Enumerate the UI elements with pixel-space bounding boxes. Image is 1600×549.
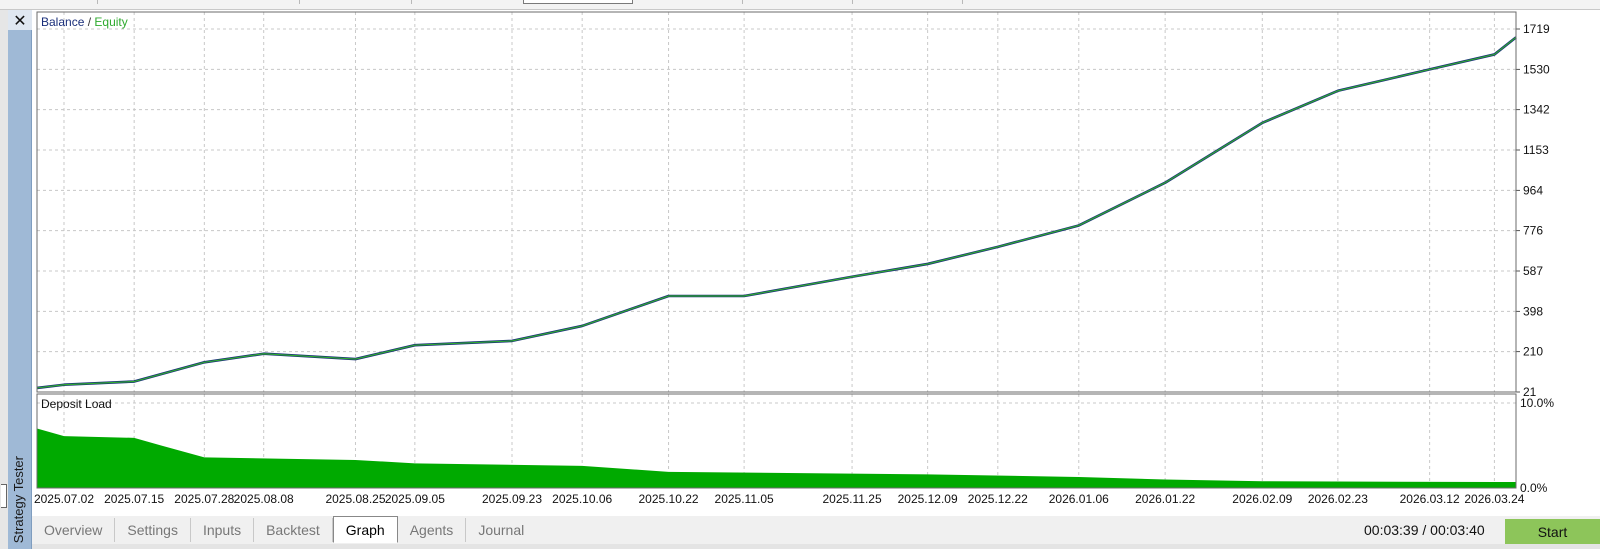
y-tick-label: 964 — [1523, 183, 1543, 197]
status-bar-edge — [32, 544, 1600, 549]
x-tick-label: 2025.07.02 — [34, 492, 94, 506]
x-tick-label: 2025.12.22 — [968, 492, 1028, 506]
y-tick-label: 1719 — [1523, 22, 1550, 36]
tab-journal[interactable]: Journal — [466, 518, 536, 542]
x-tick-label: 2025.11.25 — [822, 492, 881, 506]
x-tick-label: 2025.11.05 — [715, 492, 774, 506]
x-tick-label: 2025.09.05 — [385, 492, 445, 506]
toolbar-segment — [0, 0, 98, 4]
close-button[interactable]: ✕ — [8, 10, 32, 30]
tester-tabs: Overview Settings Inputs Backtest Graph … — [32, 516, 536, 544]
y-tick-label: 398 — [1523, 304, 1543, 318]
start-button[interactable]: Start — [1505, 519, 1600, 544]
tab-backtest[interactable]: Backtest — [254, 518, 333, 542]
dock-handle[interactable] — [1, 484, 7, 508]
close-icon: ✕ — [13, 10, 27, 30]
legend-equity: Equity — [94, 15, 127, 29]
panel-title: Strategy Tester — [11, 455, 26, 543]
legend-balance: Balance — [41, 15, 85, 29]
y-tick-label: 1342 — [1523, 103, 1550, 117]
x-tick-label: 2025.08.25 — [325, 492, 385, 506]
x-tick-label: 2025.07.28 — [174, 492, 234, 506]
x-tick-label: 2026.01.22 — [1135, 492, 1195, 506]
chart-background — [32, 10, 1600, 516]
x-tick-label: 2025.08.08 — [234, 492, 294, 506]
strategy-tester-sidebar: ✕ Strategy Tester — [8, 10, 32, 549]
tab-settings[interactable]: Settings — [115, 518, 191, 542]
x-tick-label: 2025.10.22 — [639, 492, 699, 506]
chart-legend: Balance / Equity — [41, 15, 128, 29]
x-tick-label: 2026.03.24 — [1464, 492, 1524, 506]
x-tick-label: 2025.12.09 — [898, 492, 958, 506]
y-tick-label: 210 — [1523, 345, 1543, 359]
legend-separator: / — [84, 15, 94, 29]
load-y-tick-label: 10.0% — [1520, 396, 1554, 410]
tab-inputs[interactable]: Inputs — [191, 518, 255, 542]
y-tick-label: 587 — [1523, 264, 1543, 278]
x-tick-label: 2025.09.23 — [482, 492, 542, 506]
load-y-tick-label: 0.0% — [1520, 481, 1548, 495]
tab-graph[interactable]: Graph — [332, 516, 398, 543]
app-window: ✕ Strategy Tester 2025.07.02 2025.07.15 20… — [0, 0, 1600, 549]
left-dock-edge — [0, 10, 8, 549]
toolbar-segment — [743, 0, 853, 4]
toolbar-segment — [300, 0, 412, 4]
y-tick-label: 776 — [1523, 224, 1543, 238]
elapsed-timer: 00:03:39 / 00:03:40 — [1364, 522, 1485, 538]
y-tick-label: 1153 — [1523, 143, 1549, 157]
toolbar-segment-selected — [523, 0, 633, 4]
x-tick-label: 2025.07.15 — [104, 492, 164, 506]
top-toolbar-strip — [0, 0, 1600, 10]
y-tick-label: 1530 — [1523, 62, 1550, 76]
x-tick-label: 2026.02.09 — [1232, 492, 1292, 506]
x-tick-label: 2025.10.06 — [552, 492, 612, 506]
graph-area: 2025.07.02 2025.07.15 2025.07.28 2025.08.08… — [32, 10, 1600, 516]
toolbar-segment — [853, 0, 963, 4]
deposit-load-title: Deposit Load — [41, 397, 112, 411]
x-tick-label: 2026.03.12 — [1400, 492, 1460, 506]
tab-overview[interactable]: Overview — [32, 518, 116, 542]
x-tick-label: 2026.01.06 — [1049, 492, 1109, 506]
toolbar-segment — [98, 0, 300, 4]
x-tick-label: 2026.02.23 — [1308, 492, 1368, 506]
tab-agents[interactable]: Agents — [398, 518, 467, 542]
toolbar-segment — [633, 0, 743, 4]
